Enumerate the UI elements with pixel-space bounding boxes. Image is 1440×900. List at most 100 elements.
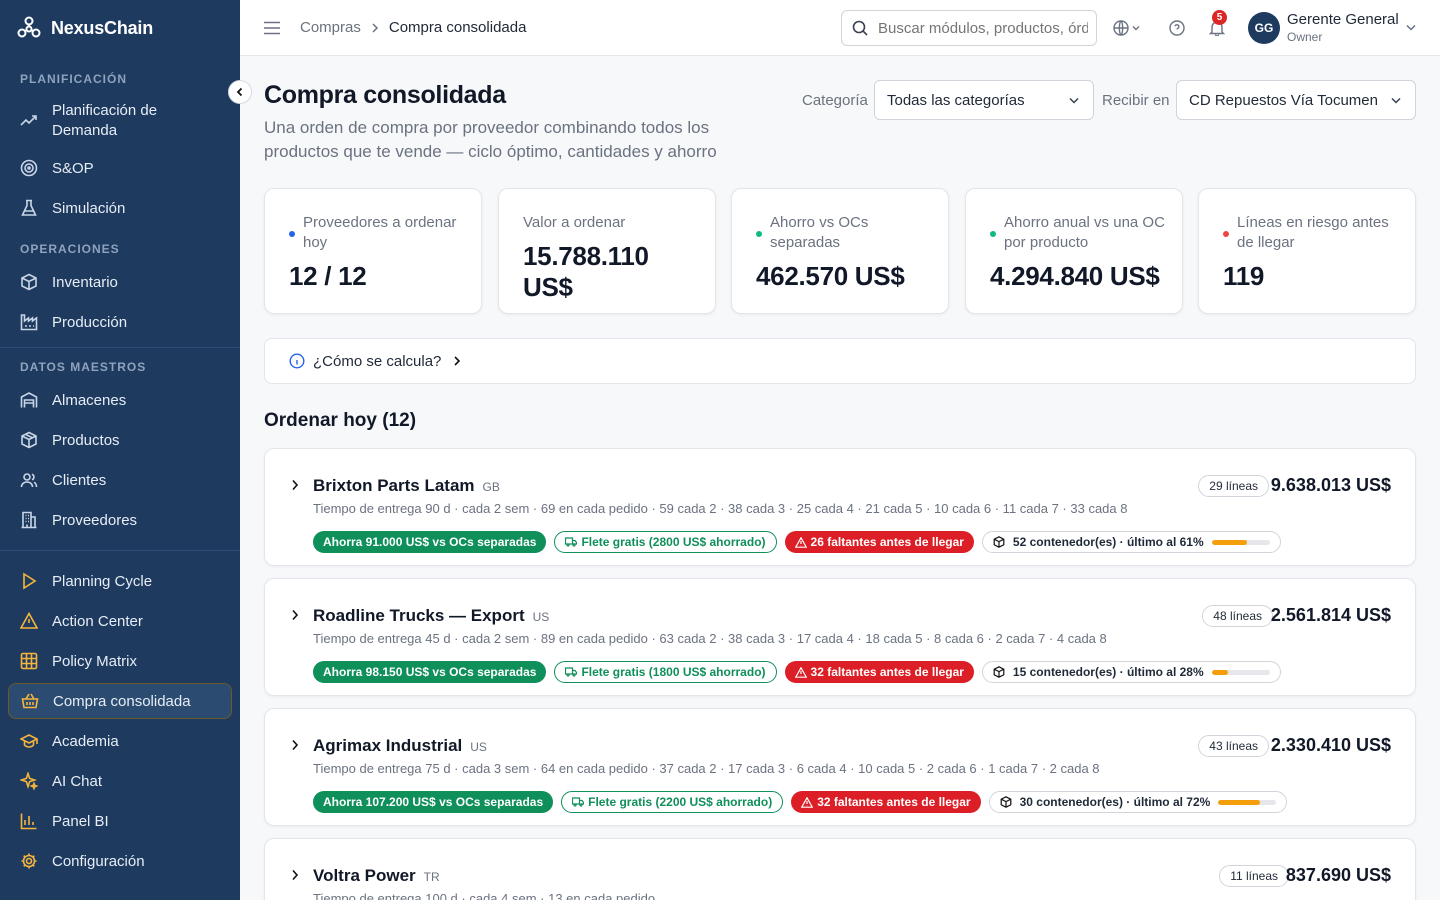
sidebar: NexusChain PLANIFICACIÓN Planificación d…: [0, 0, 240, 900]
chevron-right-icon[interactable]: [291, 609, 299, 621]
container-fill-bar: [1218, 799, 1277, 805]
breadcrumb: Compras Compra consolidada: [300, 19, 526, 36]
sidebar-item-action-center[interactable]: Action Center: [0, 601, 240, 641]
supplier-card[interactable]: Brixton Parts Latam GB Tiempo de entrega …: [264, 448, 1416, 566]
how-calculated-toggle[interactable]: ¿Cómo se calcula?: [264, 338, 1416, 384]
language-button[interactable]: [1113, 20, 1140, 36]
sidebar-item-almacenes[interactable]: Almacenes: [0, 380, 240, 420]
supplier-card[interactable]: Agrimax Industrial US Tiempo de entrega 7…: [264, 708, 1416, 826]
sidebar-item-proveedores[interactable]: Proveedores: [0, 500, 240, 540]
kpi-label: Ahorro vs OCs separadas: [770, 214, 869, 251]
sidebar-item-label: Productos: [52, 431, 120, 449]
supplier-meta: Tiempo de entrega 100 d · cada 4 sem · 1…: [313, 891, 656, 900]
sidebar-item-label: Planning Cycle: [52, 572, 153, 590]
truck-icon: [572, 797, 585, 807]
section-title-datos-maestros: DATOS MAESTROS: [20, 360, 147, 374]
savings-chip: Ahorra 107.200 US$ vs OCs separadas: [313, 791, 554, 813]
breadcrumb-parent[interactable]: Compras: [300, 19, 361, 36]
chevron-right-icon[interactable]: [291, 479, 299, 491]
kpi-dot: [1223, 231, 1229, 237]
sidebar-item-label: Planificación de: [52, 102, 158, 119]
category-filter-label: Categoría: [802, 92, 868, 109]
sidebar-collapse-button[interactable]: [228, 80, 252, 104]
supplier-name: Brixton Parts Latam: [313, 476, 475, 495]
supplier-country: GB: [482, 480, 500, 494]
sidebar-item-panel-bi[interactable]: Panel BI: [0, 801, 240, 841]
kpi-card-risk-lines: Líneas en riesgo antes de llegar 119: [1198, 188, 1416, 314]
lines-badge: 48 líneas: [1202, 605, 1273, 627]
chevron-left-icon: [236, 87, 243, 97]
sidebar-item-label: Configuración: [52, 852, 145, 870]
category-select-value: Todas las categorías: [887, 91, 1025, 109]
sidebar-item-label: S&OP: [52, 159, 94, 177]
category-select[interactable]: Todas las categorías: [874, 80, 1094, 120]
containers-chip: 52 contenedor(es) · último al 61%: [981, 531, 1281, 553]
sidebar-item-label: Producción: [52, 313, 128, 331]
supplier-total: 2.330.410 US$: [1270, 735, 1391, 755]
container-fill: [1211, 539, 1248, 545]
supplier-meta: Tiempo de entrega 45 d · cada 2 sem · 89…: [313, 631, 1107, 646]
package-icon: [993, 666, 1005, 678]
chevron-down-icon[interactable]: [1406, 24, 1416, 31]
supplier-country: TR: [423, 870, 440, 884]
container-fill-bar: [1211, 539, 1270, 545]
search-input[interactable]: [878, 19, 1088, 37]
sidebar-item-ai-chat[interactable]: AI Chat: [0, 761, 240, 801]
warning-icon: [801, 796, 814, 808]
receive-select[interactable]: CD Repuestos Vía Tocumen: [1176, 80, 1416, 120]
graduation-icon: [20, 734, 38, 748]
supplier-total: 2.561.814 US$: [1270, 605, 1391, 625]
kpi-value: 12 / 12: [289, 261, 367, 291]
sidebar-item-sop[interactable]: S&OP: [0, 148, 240, 188]
search-icon: [852, 20, 868, 36]
sidebar-item-compra-consolidada[interactable]: Compra consolidada: [8, 683, 232, 719]
user-menu[interactable]: Gerente General Owner: [1287, 11, 1399, 44]
sidebar-item-produccion[interactable]: Producción: [0, 302, 240, 342]
shortage-chip: 32 faltantes antes de llegar: [791, 791, 981, 813]
search-box[interactable]: [841, 10, 1097, 46]
sidebar-item-policy-matrix[interactable]: Policy Matrix: [0, 641, 240, 681]
supplier-card[interactable]: Voltra Power TR Tiempo de entrega 100 d ·…: [264, 838, 1416, 900]
help-button[interactable]: [1169, 20, 1185, 36]
sidebar-item-planning-cycle[interactable]: Planning Cycle: [0, 561, 240, 601]
factory-icon: [20, 314, 38, 331]
kpi-value: 462.570 US$: [756, 261, 905, 291]
freight-chip: Flete gratis (1800 US$ ahorrado): [554, 661, 777, 683]
sidebar-item-simulacion[interactable]: Simulación: [0, 188, 240, 228]
logo-icon: [17, 16, 41, 38]
help-icon: [1169, 20, 1185, 36]
freight-chip-label: Flete gratis (2200 US$ ahorrado): [588, 795, 773, 809]
avatar[interactable]: GG: [1248, 12, 1280, 44]
sidebar-item-label: Simulación: [52, 199, 126, 217]
menu-icon[interactable]: [264, 21, 280, 35]
sidebar-item-configuracion[interactable]: Configuración: [0, 841, 240, 881]
section-title-planificacion: PLANIFICACIÓN: [20, 72, 127, 86]
savings-chip: Ahorra 91.000 US$ vs OCs separadas: [313, 531, 547, 553]
sidebar-item-planificacion-demanda[interactable]: Planificación de Demanda: [0, 94, 240, 148]
truck-icon: [565, 537, 578, 547]
chevron-right-icon[interactable]: [291, 739, 299, 751]
shortage-chip-label: 32 faltantes antes de llegar: [817, 795, 971, 809]
kpi-value: 15.788.110 US$: [523, 241, 649, 302]
brand[interactable]: NexusChain: [0, 0, 240, 56]
kpi-label: Ahorro anual vs una OC por producto: [1004, 214, 1165, 251]
warning-icon: [794, 666, 807, 678]
supplier-card[interactable]: Roadline Trucks — Export US Tiempo de ent…: [264, 578, 1416, 696]
sidebar-item-clientes[interactable]: Clientes: [0, 460, 240, 500]
chevron-down-icon: [1391, 97, 1401, 104]
kpi-card-suppliers: Proveedores a ordenar hoy 12 / 12: [264, 188, 482, 314]
sidebar-item-inventario[interactable]: Inventario: [0, 262, 240, 302]
shortage-chip-label: 32 faltantes antes de llegar: [810, 665, 964, 679]
kpi-value: 119: [1223, 261, 1265, 291]
chevron-right-icon[interactable]: [291, 869, 299, 881]
kpi-card-annual-savings: Ahorro anual vs una OC por producto 4.29…: [965, 188, 1183, 314]
sidebar-item-label: Academia: [52, 732, 119, 750]
sidebar-item-label: Inventario: [52, 273, 118, 291]
order-today-heading: Ordenar hoy (12): [264, 410, 417, 431]
page-title: Compra consolidada: [264, 81, 506, 109]
freight-chip-label: Flete gratis (2800 US$ ahorrado): [581, 535, 766, 549]
gear-icon: [21, 853, 37, 869]
sidebar-item-productos[interactable]: Productos: [0, 420, 240, 460]
containers-chip-label: 52 contenedor(es) · último al 61%: [1012, 535, 1204, 549]
sidebar-item-academia[interactable]: Academia: [0, 721, 240, 761]
